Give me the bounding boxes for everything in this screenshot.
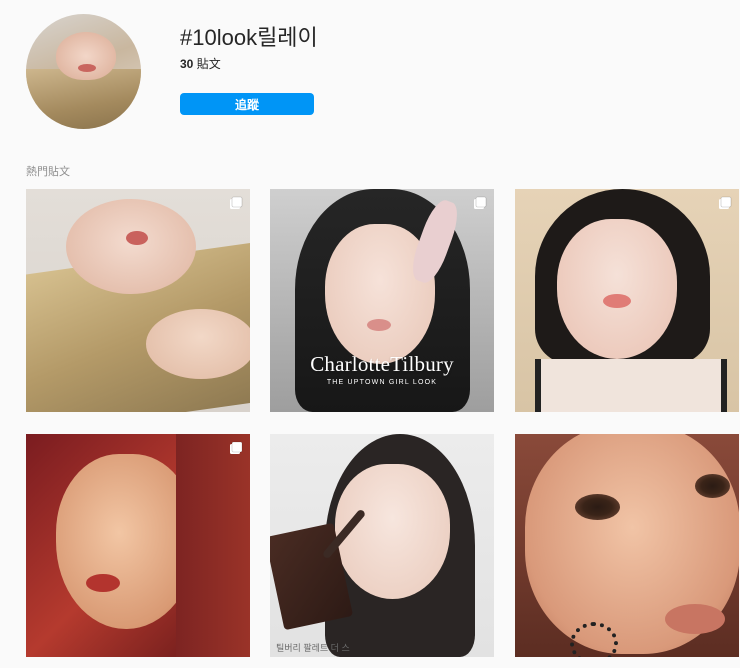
avatar-lips [78, 64, 96, 72]
post-2-brand-subtitle: THE UPTOWN GIRL LOOK [326, 379, 438, 386]
post-3-lips [603, 294, 631, 308]
post-thumbnail-5[interactable]: 틸버리 팔레트 더 스 [270, 434, 494, 657]
multiple-images-icon [474, 196, 487, 209]
top-posts-title: 熱門貼文 [26, 166, 70, 178]
post-1-face [66, 199, 196, 294]
post-count-number: 30 [180, 57, 194, 71]
multiple-images-icon [230, 196, 243, 209]
post-1-lips [126, 231, 148, 245]
post-1-shoulder [146, 309, 250, 379]
multiple-images-icon [230, 441, 243, 454]
post-thumbnail-4[interactable] [26, 434, 250, 657]
post-2-brand-title: CharlotteTilbury [310, 352, 454, 376]
post-count-label: 貼文 [196, 57, 221, 71]
post-thumbnail-1[interactable] [26, 189, 250, 412]
hashtag-header: #10look릴레이 30 貼文 追蹤 [0, 0, 740, 150]
post-thumbnail-3[interactable] [515, 189, 739, 412]
post-2-lips [367, 319, 391, 331]
post-5-caption: 틸버리 팔레트 더 스 [276, 643, 350, 653]
post-3-top [535, 359, 727, 412]
post-6-left-eye [575, 494, 620, 520]
hashtag-title: #10look릴레이 [180, 25, 318, 50]
multiple-images-icon [719, 196, 732, 209]
post-6-right-eye [695, 474, 730, 498]
post-5-face [335, 464, 450, 599]
hashtag-avatar [26, 14, 141, 129]
follow-button[interactable]: 追蹤 [180, 93, 314, 115]
post-thumbnail-6[interactable] [515, 434, 739, 657]
avatar-face [56, 32, 116, 80]
post-6-choker [570, 622, 618, 657]
post-4-hair [176, 434, 250, 657]
post-4-face [56, 454, 196, 629]
post-3-face [557, 219, 677, 359]
post-6-lips [665, 604, 725, 634]
post-4-lips [86, 574, 120, 592]
post-count: 30 貼文 [180, 56, 221, 72]
post-thumbnail-2[interactable]: CharlotteTilbury THE UPTOWN GIRL LOOK [270, 189, 494, 412]
